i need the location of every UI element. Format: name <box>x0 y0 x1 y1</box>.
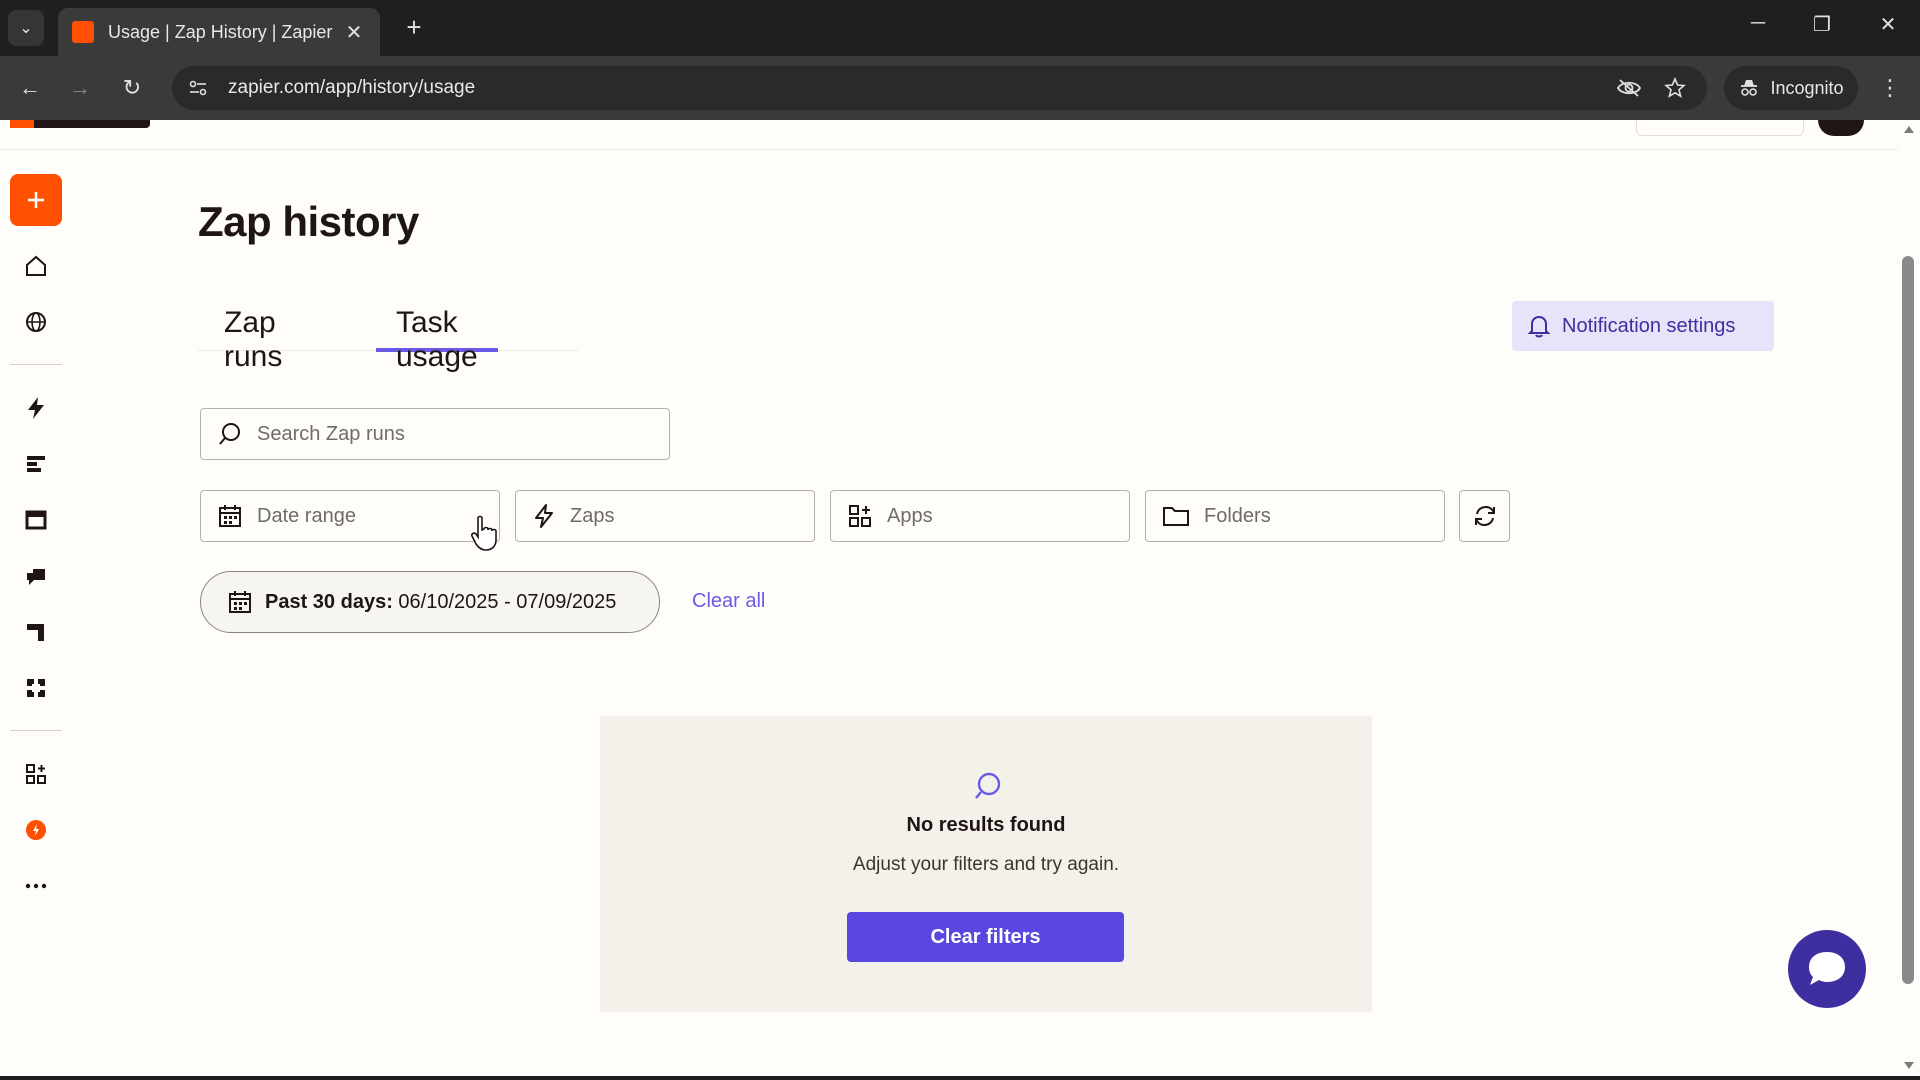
zap-history-icon[interactable] <box>22 816 50 844</box>
window-bottom-edge <box>0 1076 1920 1080</box>
apps-icon <box>849 505 871 527</box>
close-tab-icon[interactable]: ✕ <box>342 20 366 45</box>
plus-icon <box>28 192 44 208</box>
apps-icon[interactable] <box>22 760 50 788</box>
address-bar[interactable]: zapier.com/app/history/usage <box>172 66 1707 110</box>
search-icon <box>219 423 240 445</box>
empty-state-subtitle: Adjust your filters and try again. <box>852 854 1120 875</box>
interfaces-icon[interactable] <box>22 506 50 534</box>
lightning-icon[interactable] <box>22 394 50 422</box>
tab-title: Usage | Zap History | Zapier <box>108 21 333 42</box>
hand-cursor-icon <box>471 515 497 551</box>
forward-button[interactable]: → <box>64 72 96 104</box>
sidebar-divider <box>10 364 62 365</box>
agents-icon[interactable] <box>22 674 50 702</box>
chip-label: Past 30 days: <box>265 590 393 613</box>
incognito-label: Incognito <box>1770 77 1844 98</box>
browser-tab[interactable]: Usage | Zap History | Zapier ✕ <box>58 8 380 56</box>
apps-filter[interactable]: Apps <box>830 490 1130 542</box>
folders-filter-label: Folders <box>1204 504 1271 527</box>
incognito-indicator[interactable]: Incognito <box>1724 66 1858 110</box>
lightning-icon <box>535 504 553 528</box>
eye-off-icon[interactable] <box>1615 74 1643 102</box>
notification-settings-label: Notification settings <box>1562 314 1736 337</box>
home-icon[interactable] <box>22 252 50 280</box>
zaps-filter-label: Zaps <box>570 504 615 527</box>
header-button[interactable] <box>1636 120 1804 136</box>
canvas-icon[interactable] <box>22 618 50 646</box>
clear-all-link[interactable]: Clear all <box>692 590 765 613</box>
app-header <box>0 120 1920 150</box>
tables-icon[interactable] <box>22 450 50 478</box>
apps-filter-label: Apps <box>887 504 933 527</box>
minimize-button[interactable]: ─ <box>1738 12 1778 35</box>
tab-zap-runs[interactable]: Zap runs <box>224 300 282 373</box>
url-text: zapier.com/app/history/usage <box>228 77 476 98</box>
clear-filters-button[interactable]: Clear filters <box>847 912 1124 962</box>
bell-icon <box>1527 315 1551 338</box>
reload-button[interactable]: ↻ <box>116 72 148 104</box>
folder-icon <box>1163 507 1189 526</box>
scroll-down-arrow-icon[interactable] <box>1904 1062 1914 1069</box>
incognito-icon <box>1741 80 1758 96</box>
tab-task-usage[interactable]: Task usage <box>376 300 498 373</box>
site-info-icon[interactable] <box>186 76 210 100</box>
sidebar <box>0 150 72 1080</box>
scroll-up-arrow-icon[interactable] <box>1904 126 1914 133</box>
search-placeholder: Search Zap runs <box>257 422 405 445</box>
search-icon <box>975 772 1001 799</box>
zaps-filter[interactable]: Zaps <box>515 490 815 542</box>
date-range-label: Date range <box>257 504 356 527</box>
empty-state-title: No results found <box>906 814 1066 836</box>
tab-search-button[interactable]: ⌄ <box>8 10 44 46</box>
browser-tab-bar: ⌄ Usage | Zap History | Zapier ✕ + ─ ❐ ✕ <box>0 0 1920 56</box>
page-title: Zap history <box>198 198 419 245</box>
notification-settings-button[interactable]: Notification settings <box>1512 301 1774 351</box>
chatbots-icon[interactable] <box>22 562 50 590</box>
folders-filter[interactable]: Folders <box>1145 490 1445 542</box>
zapier-favicon-icon <box>72 21 94 43</box>
calendar-icon <box>219 505 241 527</box>
close-window-button[interactable]: ✕ <box>1868 12 1908 37</box>
browser-toolbar: ← → ↻ zapier.com/app/history/usage Incog… <box>0 56 1920 120</box>
active-date-filter-chip[interactable]: Past 30 days: 06/10/2025 - 07/09/2025 <box>200 571 660 633</box>
calendar-icon <box>229 591 251 613</box>
refresh-button[interactable] <box>1459 490 1510 542</box>
create-button[interactable] <box>10 174 62 226</box>
empty-state: No results found Adjust your filters and… <box>600 716 1372 1012</box>
date-range-filter[interactable]: Date range <box>200 490 500 542</box>
zapier-logo[interactable] <box>10 120 150 128</box>
search-input[interactable]: Search Zap runs <box>200 408 670 460</box>
scrollbar-thumb[interactable] <box>1902 256 1914 984</box>
chip-value: 06/10/2025 - 07/09/2025 <box>398 590 617 613</box>
more-icon[interactable] <box>22 872 50 900</box>
back-button[interactable]: ← <box>14 72 46 104</box>
sidebar-divider <box>10 730 62 731</box>
bookmark-star-icon[interactable] <box>1661 74 1689 102</box>
browser-menu-icon[interactable]: ⋮ <box>1876 72 1904 104</box>
chat-launcher-button[interactable] <box>1788 930 1866 1008</box>
globe-icon[interactable] <box>22 308 50 336</box>
new-tab-button[interactable]: + <box>398 12 430 43</box>
restore-button[interactable]: ❐ <box>1802 12 1842 37</box>
refresh-icon <box>1474 505 1495 527</box>
chat-bubble-icon <box>1809 952 1845 985</box>
